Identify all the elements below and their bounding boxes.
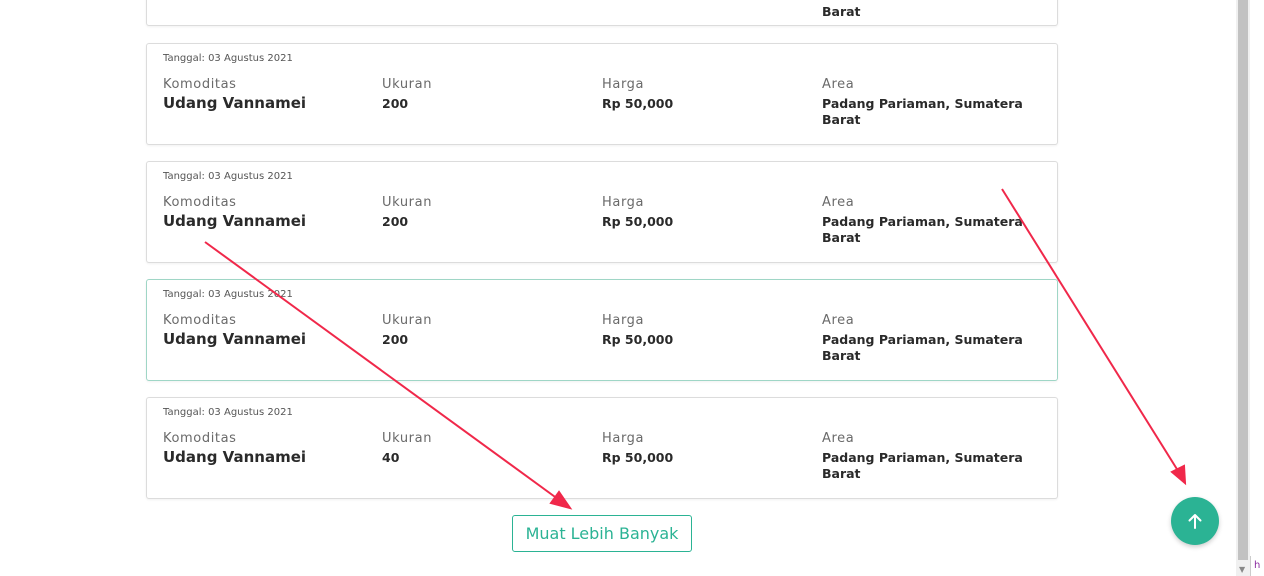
komoditas-column: Komoditas Udang Vannamei xyxy=(163,77,363,111)
area-value: Barat xyxy=(822,4,861,19)
komoditas-label: Komoditas xyxy=(163,195,237,210)
area-value: Padang Pariaman, Sumatera Barat xyxy=(822,96,1023,127)
harga-value: Rp 50,000 xyxy=(602,96,674,111)
area-column: Area Padang Pariaman, Sumatera Barat xyxy=(822,195,1032,246)
harga-column: Harga Rp 50,000 xyxy=(602,313,802,348)
ukuran-value: 200 xyxy=(382,332,409,347)
load-more-button[interactable]: Muat Lebih Banyak xyxy=(512,515,692,552)
price-card[interactable]: Tanggal: 03 Agustus 2021 Komoditas Udang… xyxy=(146,43,1058,145)
area-column: Area Padang Pariaman, Sumatera Barat xyxy=(822,77,1032,128)
komoditas-column: Komoditas Udang Vannamei xyxy=(163,313,363,347)
ukuran-label: Ukuran xyxy=(382,195,433,210)
area-label: Area xyxy=(822,77,855,92)
scroll-down-arrow-icon[interactable]: ▼ xyxy=(1239,565,1245,574)
card-date: Tanggal: 03 Agustus 2021 xyxy=(163,171,293,182)
ukuran-label: Ukuran xyxy=(382,77,433,92)
area-column: Area Padang Pariaman, Sumatera Barat xyxy=(822,431,1032,482)
komoditas-value: Udang Vannamei xyxy=(163,212,307,230)
price-card[interactable]: Tanggal: 03 Agustus 2021 Komoditas Udang… xyxy=(146,279,1058,381)
komoditas-value: Udang Vannamei xyxy=(163,94,307,112)
harga-label: Harga xyxy=(602,431,645,446)
ukuran-value: 200 xyxy=(382,214,409,229)
harga-column: Harga Rp 50,000 xyxy=(602,195,802,230)
ukuran-column: Ukuran 200 xyxy=(382,77,582,112)
page: Barat Tanggal: 03 Agustus 2021 Komoditas… xyxy=(0,0,1236,576)
komoditas-value: Udang Vannamei xyxy=(163,448,307,466)
ukuran-label: Ukuran xyxy=(382,313,433,328)
area-column: Barat xyxy=(822,0,1032,20)
komoditas-label: Komoditas xyxy=(163,431,237,446)
price-card[interactable]: Tanggal: 03 Agustus 2021 Komoditas Udang… xyxy=(146,161,1058,263)
area-value: Padang Pariaman, Sumatera Barat xyxy=(822,332,1023,363)
price-card-partial[interactable]: Barat xyxy=(146,0,1058,26)
area-value: Padang Pariaman, Sumatera Barat xyxy=(822,450,1023,481)
harga-label: Harga xyxy=(602,313,645,328)
area-label: Area xyxy=(822,313,855,328)
status-edge-text: h xyxy=(1250,556,1264,576)
area-column: Area Padang Pariaman, Sumatera Barat xyxy=(822,313,1032,364)
arrow-up-icon xyxy=(1188,514,1202,529)
scrollbar-thumb[interactable] xyxy=(1238,0,1248,560)
ukuran-column: Ukuran 200 xyxy=(382,313,582,348)
harga-column: Harga Rp 50,000 xyxy=(602,431,802,466)
ukuran-column: Ukuran 40 xyxy=(382,431,582,466)
ukuran-value: 40 xyxy=(382,450,400,465)
area-label: Area xyxy=(822,195,855,210)
komoditas-value: Udang Vannamei xyxy=(163,330,307,348)
komoditas-label: Komoditas xyxy=(163,77,237,92)
area-label: Area xyxy=(822,431,855,446)
scroll-to-top-button[interactable] xyxy=(1171,497,1219,545)
harga-column: Harga Rp 50,000 xyxy=(602,77,802,112)
vertical-scrollbar[interactable]: ▼ xyxy=(1236,0,1250,576)
ukuran-column: Ukuran 200 xyxy=(382,195,582,230)
price-card[interactable]: Tanggal: 03 Agustus 2021 Komoditas Udang… xyxy=(146,397,1058,499)
card-date: Tanggal: 03 Agustus 2021 xyxy=(163,53,293,64)
ukuran-label: Ukuran xyxy=(382,431,433,446)
harga-value: Rp 50,000 xyxy=(602,332,674,347)
card-date: Tanggal: 03 Agustus 2021 xyxy=(163,407,293,418)
ukuran-value: 200 xyxy=(382,96,409,111)
harga-label: Harga xyxy=(602,195,645,210)
komoditas-column: Komoditas Udang Vannamei xyxy=(163,431,363,465)
komoditas-column: Komoditas Udang Vannamei xyxy=(163,195,363,229)
harga-label: Harga xyxy=(602,77,645,92)
card-date: Tanggal: 03 Agustus 2021 xyxy=(163,289,293,300)
area-value: Padang Pariaman, Sumatera Barat xyxy=(822,214,1023,245)
harga-value: Rp 50,000 xyxy=(602,450,674,465)
komoditas-label: Komoditas xyxy=(163,313,237,328)
harga-value: Rp 50,000 xyxy=(602,214,674,229)
